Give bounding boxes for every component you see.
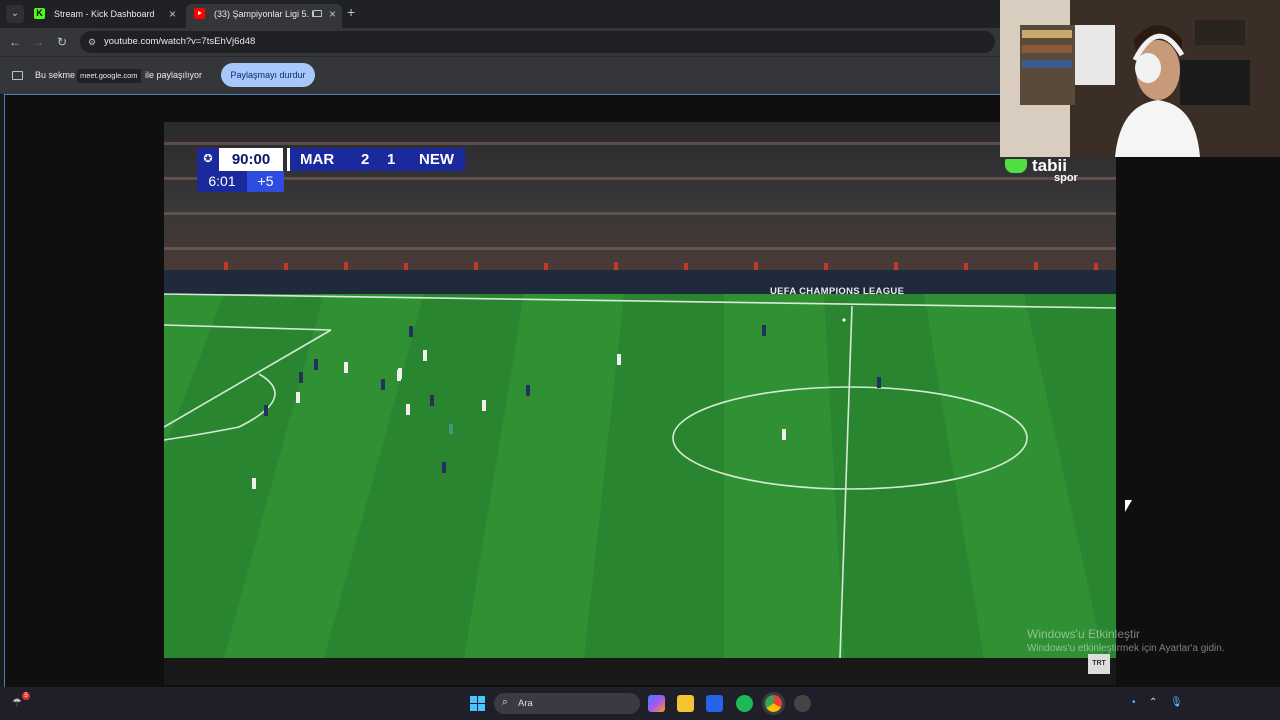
reload-icon[interactable]: ↻	[53, 33, 71, 51]
mouse-cursor-icon	[1125, 500, 1132, 512]
browser-toolbar: ← → ↻ ⚙ youtube.com/watch?v=7tsEhVj6d48	[0, 28, 1000, 56]
tray-expand-icon[interactable]: ⌃	[1149, 697, 1157, 708]
spotify-icon[interactable]	[736, 695, 753, 712]
away-score: 1	[387, 151, 396, 168]
tray-dot-icon[interactable]: •	[1132, 697, 1136, 708]
forward-arrow-icon[interactable]: →	[29, 33, 47, 51]
tab-kick-dashboard[interactable]: K Stream - Kick Dashboard ×	[26, 4, 182, 28]
weather-badge: 5	[22, 692, 30, 700]
file-explorer-icon[interactable]	[677, 695, 694, 712]
score-panel: MAR 2 1 NEW	[290, 148, 465, 171]
tab-sharing-bar: Bu sekme meet.google.com ile paylaşılıyo…	[0, 56, 1000, 94]
logo-sub: spor	[1054, 172, 1078, 184]
webcam-feed	[1000, 0, 1280, 157]
stop-sharing-button[interactable]: Paylaşmayı durdur	[221, 63, 315, 87]
tabii-spor-logo: tabii spor	[1002, 156, 1092, 188]
windows-activation-subtitle: Windows'u etkinleştirmek için Ayarlar'a …	[1027, 643, 1225, 654]
tab-title: Stream - Kick Dashboard	[54, 9, 154, 19]
share-text-after: ile paylaşılıyor	[145, 70, 203, 80]
ucl-board-text: UEFA CHAMPIONS LEAGUE	[770, 286, 905, 297]
trt-logo: TRT	[1088, 654, 1110, 674]
url-text: youtube.com/watch?v=7tsEhVj6d48	[104, 36, 256, 47]
away-team: NEW	[419, 151, 454, 168]
home-score: 2	[361, 151, 370, 168]
kick-icon: K	[34, 8, 45, 19]
site-info-icon[interactable]: ⚙	[88, 36, 100, 48]
taskbar-search[interactable]: ⌕ Ara	[494, 693, 640, 714]
screen-share-icon	[12, 71, 23, 80]
microphone-icon[interactable]: 🎙	[1170, 697, 1183, 708]
youtube-icon	[194, 8, 205, 19]
windows-taskbar: ☂ 5 ⌕ Ara • ⌃ 🎙	[0, 687, 1280, 720]
video-letterbox	[164, 658, 1116, 685]
added-time-clock: 6:01	[197, 171, 247, 192]
share-domain: meet.google.com	[77, 69, 141, 83]
windows-activation-title: Windows'u Etkinleştir	[1027, 627, 1140, 641]
tab-youtube[interactable]: (33) Şampiyonlar Ligi 5. Haf ×	[186, 4, 342, 28]
search-icon: ⌕	[502, 696, 509, 708]
share-text-before: Bu sekme	[35, 70, 76, 80]
tab-search-icon[interactable]: ⌄	[6, 5, 24, 23]
football-match-frame	[164, 122, 1116, 658]
match-time: 90:00	[219, 148, 283, 171]
champions-league-icon: ✪	[197, 148, 219, 171]
close-icon[interactable]: ×	[329, 4, 336, 24]
ball	[842, 318, 846, 322]
home-team: MAR	[300, 151, 335, 168]
address-bar[interactable]: ⚙ youtube.com/watch?v=7tsEhVj6d48	[80, 31, 995, 53]
desktop-screen: ⌄ K Stream - Kick Dashboard × (33) Şampi…	[0, 0, 1280, 720]
added-time-badge: +5	[247, 171, 284, 192]
obs-icon[interactable]	[794, 695, 811, 712]
webcam-overlay	[1000, 0, 1280, 157]
start-icon[interactable]	[470, 696, 485, 711]
video-player[interactable]	[164, 122, 1116, 658]
new-tab-button[interactable]: +	[347, 4, 355, 20]
tab-title: (33) Şampiyonlar Ligi 5. Haf	[214, 9, 314, 19]
referee	[449, 424, 453, 434]
search-placeholder: Ara	[518, 698, 533, 709]
copilot-icon[interactable]	[648, 695, 665, 712]
ad-boards	[164, 270, 1116, 294]
close-icon[interactable]: ×	[169, 4, 176, 24]
store-icon[interactable]	[706, 695, 723, 712]
tabii-icon	[1005, 159, 1027, 173]
back-arrow-icon[interactable]: ←	[6, 33, 24, 51]
screen-share-icon	[313, 10, 322, 17]
chrome-icon[interactable]	[762, 692, 785, 715]
